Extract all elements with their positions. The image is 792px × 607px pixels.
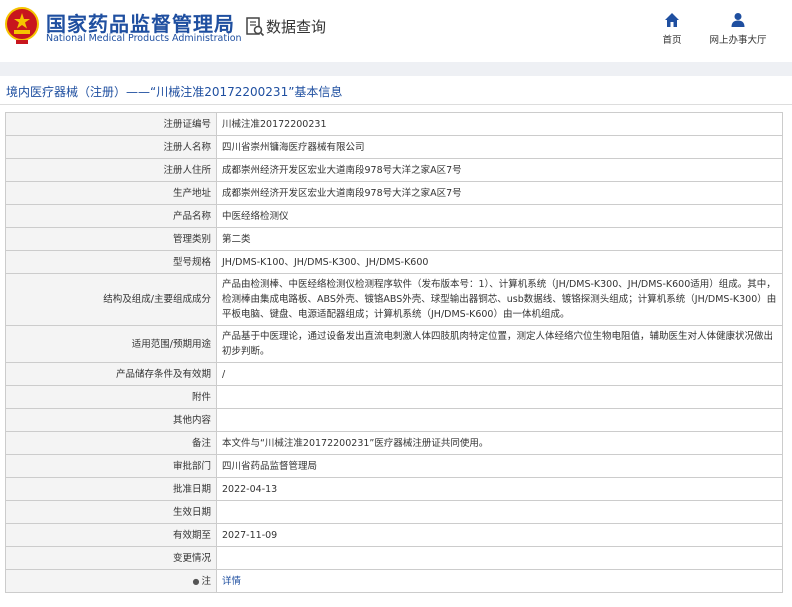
table-row: 注册证编号 川械注准20172200231 (5, 112, 783, 136)
table-row: 其他内容 (5, 408, 783, 432)
row-label: 结构及组成/主要组成成分 (5, 273, 217, 326)
home-icon (665, 13, 679, 27)
site-header: 国家药品监督管理局 National Medical Products Admi… (0, 0, 792, 62)
row-label: 附件 (5, 385, 217, 409)
table-row: 注册人住所 成都崇州经济开发区宏业大道南段978号大洋之家A区7号 (5, 158, 783, 182)
row-value: 产品基于中医理论，通过设备发出直流电刺激人体四肢肌肉特定位置，测定人体经络穴位生… (216, 325, 783, 363)
table-row: 适用范围/预期用途 产品基于中医理论，通过设备发出直流电刺激人体四肢肌肉特定位置… (5, 325, 783, 363)
table-row: 批准日期 2022-04-13 (5, 477, 783, 501)
row-value: 产品由检测棒、中医经络检测仪检测程序软件（发布版本号：1）、计算机系统（JH/D… (216, 273, 783, 326)
breadcrumb: 境内医疗器械（注册）——“川械注准20172200231”基本信息 (0, 76, 792, 105)
row-label: 变更情况 (5, 546, 217, 570)
table-row: 型号规格 JH/DMS-K100、JH/DMS-K300、JH/DMS-K600 (5, 250, 783, 274)
row-label: 型号规格 (5, 250, 217, 274)
table-row: 生产地址 成都崇州经济开发区宏业大道南段978号大洋之家A区7号 (5, 181, 783, 205)
table-row: 产品储存条件及有效期 / (5, 362, 783, 386)
national-emblem-icon (5, 7, 39, 44)
data-query-icon (246, 17, 265, 37)
row-value: 详情 (216, 569, 783, 593)
row-label: 备注 (5, 431, 217, 455)
row-value: 2022-04-13 (216, 477, 783, 501)
breadcrumb-title: 境内医疗器械（注册）——“川械注准20172200231”基本信息 (6, 85, 343, 99)
row-value: 成都崇州经济开发区宏业大道南段978号大洋之家A区7号 (216, 158, 783, 182)
row-label: 注册证编号 (5, 112, 217, 136)
table-row: 审批部门 四川省药品监督管理局 (5, 454, 783, 478)
table-row: 注册人名称 四川省崇州镛海医疗器械有限公司 (5, 135, 783, 159)
row-value (216, 546, 783, 570)
row-label: 产品储存条件及有效期 (5, 362, 217, 386)
table-row: 附件 (5, 385, 783, 409)
row-value (216, 408, 783, 432)
nav-home-link[interactable]: 首页 (654, 10, 690, 50)
row-value: 川械注准20172200231 (216, 112, 783, 136)
row-label: 审批部门 (5, 454, 217, 478)
note-label: 注 (201, 575, 211, 587)
row-value: 四川省崇州镛海医疗器械有限公司 (216, 135, 783, 159)
table-row: 产品名称 中医经络检测仪 (5, 204, 783, 228)
row-value: 第二类 (216, 227, 783, 251)
header-divider (0, 62, 792, 76)
row-label: 有效期至 (5, 523, 217, 547)
row-label: 批准日期 (5, 477, 217, 501)
agency-name-en: National Medical Products Administration (46, 33, 242, 44)
row-value: 2027-11-09 (216, 523, 783, 547)
row-value (216, 385, 783, 409)
row-value: JH/DMS-K100、JH/DMS-K300、JH/DMS-K600 (216, 250, 783, 274)
row-value: 本文件与“川械注准20172200231”医疗器械注册证共同使用。 (216, 431, 783, 455)
detail-table: 注册证编号 川械注准20172200231 注册人名称 四川省崇州镛海医疗器械有… (5, 112, 783, 593)
table-row: 生效日期 (5, 500, 783, 524)
row-label: 适用范围/预期用途 (5, 325, 217, 363)
row-label: 产品名称 (5, 204, 217, 228)
table-row: 结构及组成/主要组成成分 产品由检测棒、中医经络检测仪检测程序软件（发布版本号：… (5, 273, 783, 326)
row-label: 管理类别 (5, 227, 217, 251)
row-label: 生产地址 (5, 181, 217, 205)
row-label: 生效日期 (5, 500, 217, 524)
row-value: 四川省药品监督管理局 (216, 454, 783, 478)
user-icon (731, 13, 745, 27)
data-query-title: 数据查询 (266, 18, 327, 36)
details-link[interactable]: 详情 (222, 576, 241, 587)
row-value: 成都崇州经济开发区宏业大道南段978号大洋之家A区7号 (216, 181, 783, 205)
nav-online-office-label: 网上办事大厅 (709, 35, 767, 46)
detail-table-container: 注册证编号 川械注准20172200231 注册人名称 四川省崇州镛海医疗器械有… (5, 112, 783, 593)
table-row: ● 注 详情 (5, 569, 783, 593)
row-value: 中医经络检测仪 (216, 204, 783, 228)
table-row: 管理类别 第二类 (5, 227, 783, 251)
row-value: / (216, 362, 783, 386)
nav-online-office-link[interactable]: 网上办事大厅 (704, 10, 772, 50)
row-label-note: ● 注 (5, 569, 217, 593)
pin-icon: ● (192, 576, 200, 586)
table-row: 变更情况 (5, 546, 783, 570)
table-row: 有效期至 2027-11-09 (5, 523, 783, 547)
row-label: 注册人住所 (5, 158, 217, 182)
row-label: 注册人名称 (5, 135, 217, 159)
row-value (216, 500, 783, 524)
row-label: 其他内容 (5, 408, 217, 432)
nav-home-label: 首页 (662, 35, 682, 46)
table-row: 备注 本文件与“川械注准20172200231”医疗器械注册证共同使用。 (5, 431, 783, 455)
